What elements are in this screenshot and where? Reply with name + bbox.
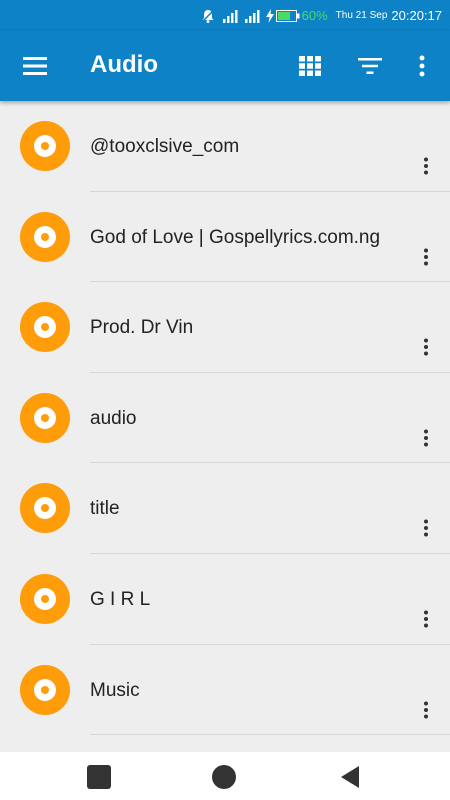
more-vert-icon	[424, 248, 428, 266]
grid-view-button[interactable]	[296, 52, 324, 80]
list-item-title: God of Love | Gospellyrics.com.ng	[90, 226, 381, 248]
grid-view-icon	[299, 56, 321, 76]
battery-percent: 60%	[301, 8, 328, 23]
more-vert-icon	[424, 519, 428, 537]
item-more-button[interactable]	[416, 244, 436, 270]
item-more-button[interactable]	[416, 515, 436, 541]
more-vert-icon	[424, 157, 428, 175]
audio-list: @tooxclsive_com God of Love | Gospellyri…	[0, 101, 450, 751]
home-icon[interactable]	[211, 764, 237, 790]
item-more-button[interactable]	[416, 153, 436, 179]
menu-icon	[23, 57, 47, 75]
more-vert-icon	[424, 429, 428, 447]
list-item[interactable]: G I R L	[0, 554, 450, 645]
disc-icon	[20, 392, 70, 443]
item-more-button[interactable]	[416, 425, 436, 451]
more-vert-icon	[424, 338, 428, 356]
list-item-title: title	[90, 498, 120, 520]
filter-icon	[358, 58, 382, 74]
overflow-menu-button[interactable]	[410, 52, 434, 80]
list-item[interactable]: Music	[0, 645, 450, 736]
battery-icon	[275, 9, 300, 22]
list-item-title: G I R L	[90, 588, 151, 610]
status-time: 20:20:17	[391, 8, 442, 23]
disc-icon	[20, 121, 70, 171]
list-item-title: @tooxclsive_com	[90, 136, 240, 157]
signal-icon-2	[244, 9, 260, 23]
list-item-title: Prod. Dr Vin	[90, 317, 194, 339]
filter-button[interactable]	[356, 52, 384, 80]
signal-icon	[222, 9, 238, 23]
disc-icon	[20, 573, 70, 624]
status-bar: 60% Thu 21 Sep 20:20:17	[0, 0, 450, 31]
more-vert-icon	[424, 610, 428, 628]
disc-icon	[20, 302, 70, 353]
more-vert-icon	[419, 55, 425, 77]
more-vert-icon	[424, 701, 428, 719]
disc-icon	[20, 483, 70, 534]
navigation-bar	[0, 752, 450, 800]
recents-icon[interactable]	[86, 764, 112, 790]
item-more-button[interactable]	[416, 334, 436, 360]
disc-icon	[20, 664, 70, 715]
list-item[interactable]: Prod. Dr Vin	[0, 282, 450, 373]
item-more-button[interactable]	[416, 697, 436, 723]
alarm-off-icon	[200, 8, 216, 24]
divider	[90, 734, 450, 736]
disc-icon	[20, 211, 70, 262]
list-item[interactable]: title	[0, 463, 450, 554]
charging-bolt-icon	[265, 8, 274, 23]
list-item[interactable]: audio	[0, 373, 450, 464]
menu-button[interactable]	[20, 53, 50, 79]
list-item[interactable]: @tooxclsive_com	[0, 101, 450, 192]
list-item-title: audio	[90, 407, 137, 429]
list-item-title: Music	[90, 679, 140, 701]
list-item[interactable]: God of Love | Gospellyrics.com.ng	[0, 192, 450, 283]
app-bar: Audio	[0, 31, 450, 101]
status-date: Thu 21 Sep	[335, 10, 388, 21]
back-icon[interactable]	[338, 764, 364, 790]
item-more-button[interactable]	[416, 606, 436, 632]
page-title: Audio	[90, 51, 158, 78]
